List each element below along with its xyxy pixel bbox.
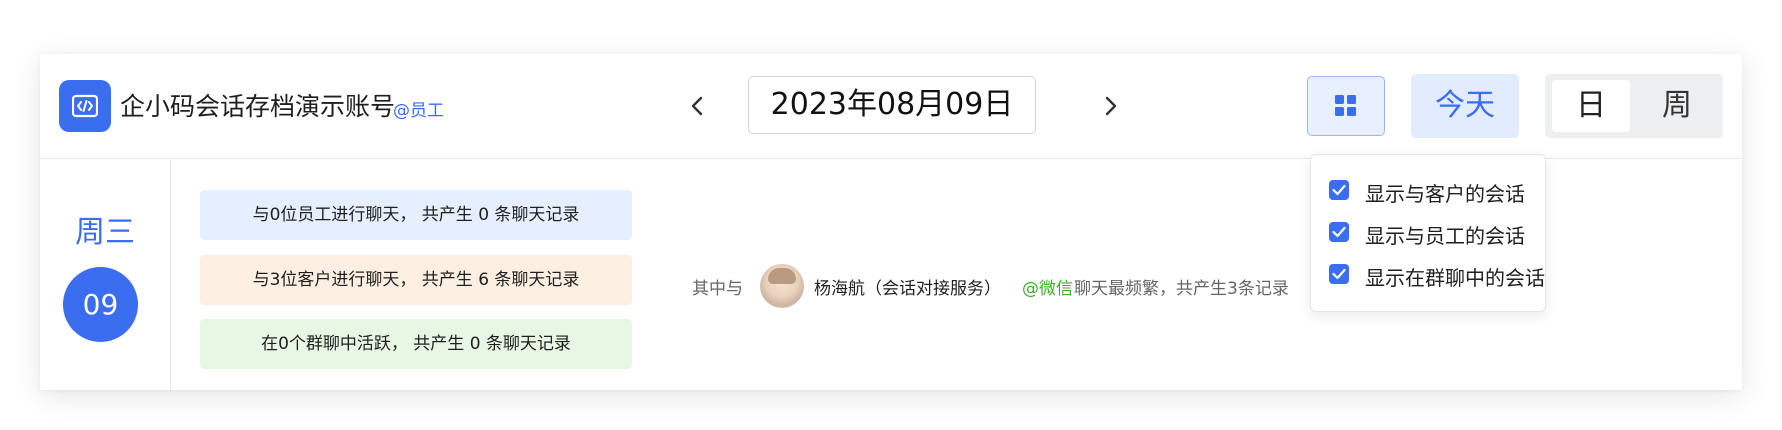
day-column: 周三 09: [40, 159, 171, 390]
chevron-right-icon: [1105, 96, 1117, 116]
grid-icon: [1335, 95, 1356, 116]
summary-tail: 聊天最频繁，共产生3条记录: [1074, 279, 1289, 299]
group-chat-stat[interactable]: 在0个群聊中活跃， 共产生 0 条聊天记录: [200, 319, 632, 369]
filter-option-label: 显示与员工的会话: [1365, 224, 1525, 248]
summary-prefix: 其中与: [692, 279, 743, 299]
checkbox-checked-icon[interactable]: [1329, 180, 1349, 200]
employee-chat-stat[interactable]: 与0位员工进行聊天， 共产生 0 条聊天记录: [200, 190, 632, 240]
customer-chat-stat[interactable]: 与3位客户进行聊天， 共产生 6 条聊天记录: [200, 255, 632, 305]
checkbox-checked-icon[interactable]: [1329, 222, 1349, 242]
next-day-button[interactable]: [1094, 90, 1126, 122]
day-number-badge: 09: [63, 267, 138, 342]
filter-menu-button[interactable]: [1307, 76, 1385, 136]
app-title: 企小码会话存档演示账号: [120, 92, 396, 121]
filter-dropdown: 显示与客户的会话 显示与员工的会话 显示在群聊中的会话: [1310, 154, 1546, 312]
calendar-card: 企小码会话存档演示账号 @员工 2023年08月09日 今天 日 周 周三 09…: [40, 54, 1742, 390]
filter-option-label: 显示与客户的会话: [1365, 182, 1525, 206]
account-type-badge: @员工: [393, 101, 444, 121]
chevron-left-icon: [691, 96, 703, 116]
checkbox-checked-icon[interactable]: [1329, 264, 1349, 284]
avatar[interactable]: [760, 264, 804, 308]
view-switcher: 日 周: [1545, 74, 1723, 138]
view-week-button[interactable]: 周: [1637, 80, 1717, 132]
prev-day-button[interactable]: [682, 90, 714, 122]
channel-badge: @微信: [1022, 279, 1073, 299]
filter-option-label: 显示在群聊中的会话: [1365, 266, 1545, 290]
view-day-button[interactable]: 日: [1552, 80, 1630, 132]
date-picker-input[interactable]: 2023年08月09日: [748, 76, 1036, 134]
contact-name[interactable]: 杨海航（会话对接服务）: [814, 274, 1001, 299]
today-button[interactable]: 今天: [1411, 74, 1519, 138]
weekday-label: 周三: [75, 215, 135, 250]
header-bar: 企小码会话存档演示账号 @员工 2023年08月09日 今天 日 周: [40, 54, 1742, 159]
app-logo-icon: [59, 80, 111, 132]
